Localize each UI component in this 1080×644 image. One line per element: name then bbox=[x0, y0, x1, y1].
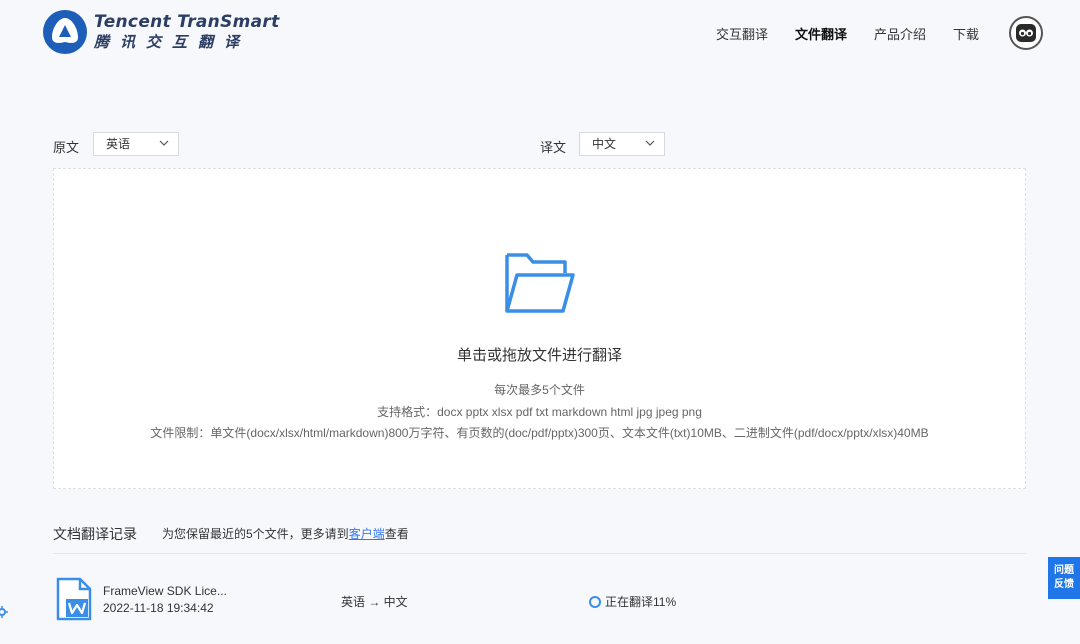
nav-interactive-translate[interactable]: 交互翻译 bbox=[716, 24, 768, 43]
records-title: 文档翻译记录 bbox=[53, 526, 137, 542]
target-lang-value: 中文 bbox=[592, 137, 617, 151]
status-text: 正在翻译11% bbox=[605, 595, 677, 609]
records-note-suffix: 查看 bbox=[384, 527, 409, 541]
file-drop-zone[interactable]: 单击或拖放文件进行翻译 每次最多5个文件 支持格式：docx pptx xlsx… bbox=[53, 168, 1026, 489]
feedback-line2: 反馈 bbox=[1054, 579, 1074, 590]
drop-zone-title: 单击或拖放文件进行翻译 bbox=[456, 347, 622, 364]
client-link[interactable]: 客户端 bbox=[349, 527, 385, 541]
top-nav: 交互翻译 文件翻译 产品介绍 下载 bbox=[0, 24, 1080, 44]
drop-zone-formats: 支持格式：docx pptx xlsx pdf txt markdown htm… bbox=[377, 405, 702, 419]
folder-open-icon bbox=[505, 253, 575, 313]
user-avatar-icon bbox=[1016, 24, 1036, 42]
settings-gear-icon[interactable] bbox=[0, 606, 10, 618]
source-lang-label: 原文 bbox=[53, 140, 80, 155]
records-note: 为您保留最近的5个文件，更多请到客户端查看 bbox=[162, 525, 409, 542]
chevron-down-icon bbox=[645, 140, 655, 146]
chevron-down-icon bbox=[159, 140, 169, 146]
nav-download[interactable]: 下载 bbox=[953, 24, 979, 43]
header: Tencent TranSmart 腾讯交互翻译 交互翻译 文件翻译 产品介绍 … bbox=[0, 0, 1080, 70]
avatar[interactable] bbox=[1009, 16, 1043, 50]
nav-product-intro[interactable]: 产品介绍 bbox=[874, 24, 926, 43]
source-lang-value: 英语 bbox=[106, 137, 131, 151]
records-divider bbox=[53, 553, 1026, 554]
drop-zone-max-files: 每次最多5个文件 bbox=[494, 383, 585, 397]
target-lang-select[interactable]: 中文 bbox=[579, 132, 665, 156]
source-lang-select[interactable]: 英语 bbox=[93, 132, 179, 156]
drop-zone-limits: 文件限制：单文件(docx/xlsx/html/markdown)800万字符、… bbox=[150, 426, 929, 440]
file-name: FrameView SDK Lice... bbox=[103, 584, 227, 598]
file-time: 2022-11-18 19:34:42 bbox=[103, 601, 214, 615]
word-doc-icon bbox=[56, 577, 92, 621]
nav-file-translate[interactable]: 文件翻译 bbox=[795, 24, 847, 43]
target-lang-label: 译文 bbox=[540, 140, 567, 155]
feedback-line1: 问题 bbox=[1054, 565, 1074, 576]
feedback-button[interactable]: 问题 反馈 bbox=[1048, 557, 1080, 599]
translate-status: 正在翻译11% bbox=[589, 593, 676, 610]
progress-ring-icon bbox=[589, 595, 601, 608]
records-note-prefix: 为您保留最近的5个文件，更多请到 bbox=[162, 527, 349, 541]
file-lang-pair: 英语 → 中文 bbox=[341, 595, 408, 609]
table-row[interactable]: FrameView SDK Lice... 2022-11-18 19:34:4… bbox=[53, 570, 1026, 630]
